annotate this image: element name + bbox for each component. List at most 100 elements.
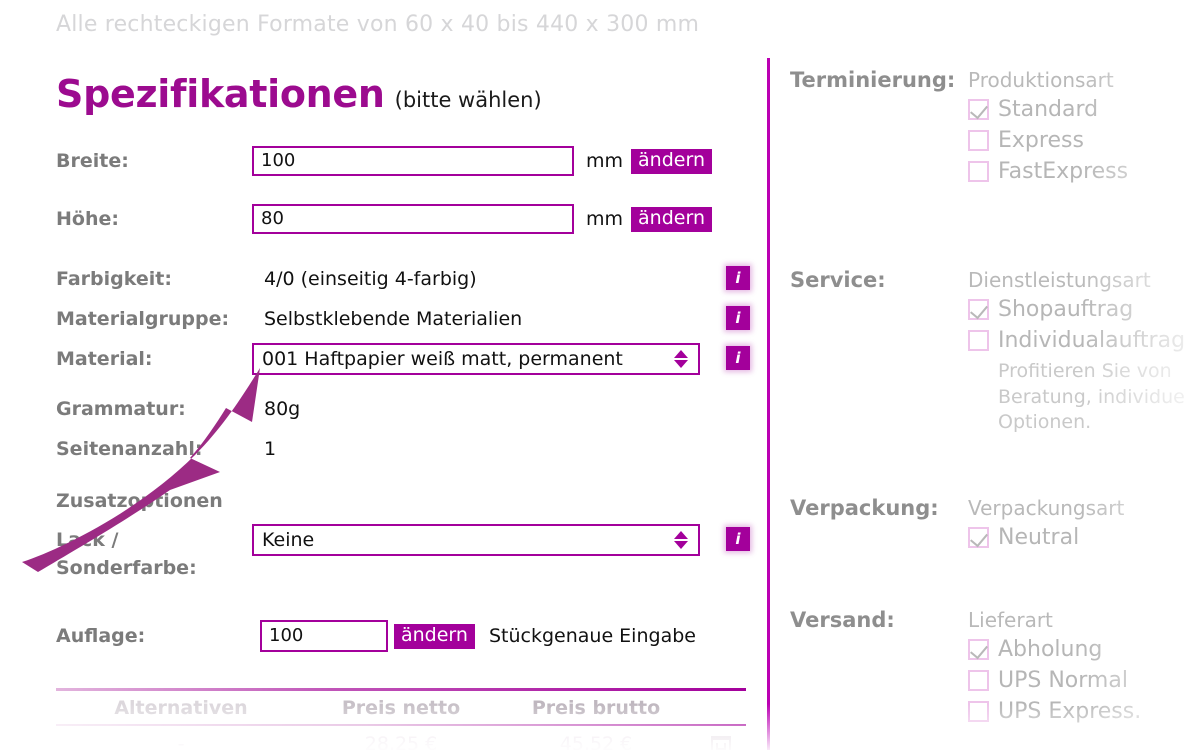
option-ups-express[interactable]: UPS Express.	[968, 699, 1198, 724]
specifications-column: Alle rechteckigen Formate von 60 x 40 bi…	[0, 0, 768, 750]
option-label-ups-normal: UPS Normal	[998, 668, 1128, 693]
option-individualauftrag[interactable]: Individualauftrag	[968, 328, 1198, 353]
label-farbigkeit: Farbigkeit:	[56, 268, 172, 290]
section-verpackung: Verpackung: Verpackungsart Neutral	[790, 496, 1198, 556]
option-ups-normal[interactable]: UPS Normal	[968, 668, 1198, 693]
format-note: Alle rechteckigen Formate von 60 x 40 bi…	[56, 12, 700, 37]
option-shopauftrag[interactable]: Shopauftrag	[968, 297, 1198, 322]
chevron-updown-icon[interactable]	[674, 531, 688, 549]
option-fastexpress[interactable]: FastExpress	[968, 159, 1198, 184]
checkbox-standard[interactable]	[968, 99, 989, 120]
cell-preis-netto: 28,25 €	[364, 733, 438, 750]
hoehe-change-button[interactable]: ändern	[631, 206, 712, 232]
option-abholung[interactable]: Abholung	[968, 637, 1198, 662]
section-sublabel-verpackungsart: Verpackungsart	[968, 496, 1125, 520]
label-seitenanzahl: Seitenanzahl:	[56, 438, 203, 460]
info-icon-material[interactable]: i	[726, 346, 750, 370]
auflage-input[interactable]: 100	[260, 620, 388, 652]
checkbox-ups-express[interactable]	[968, 701, 989, 722]
checkbox-shopauftrag[interactable]	[968, 299, 989, 320]
section-label-verpackung: Verpackung:	[790, 496, 939, 520]
value-materialgruppe: Selbstklebende Materialien	[264, 308, 523, 330]
checkbox-fastexpress[interactable]	[968, 161, 989, 182]
auflage-hint: Stückgenaue Eingabe	[488, 625, 696, 647]
row-zusatzoptionen: Zusatzoptionen	[56, 490, 223, 512]
lack-select[interactable]: Keine	[252, 524, 700, 556]
hoehe-input[interactable]: 80	[252, 204, 574, 234]
option-label-abholung: Abholung	[998, 637, 1103, 662]
column-header-preis-brutto: Preis brutto	[531, 697, 661, 719]
info-icon-farbigkeit[interactable]: i	[726, 266, 750, 290]
value-farbigkeit: 4/0 (einseitig 4-farbig)	[264, 268, 477, 290]
section-body-service: Dienstleistungsart Shopauftrag Individua…	[968, 268, 1198, 436]
section-versand: Versand: Lieferart Abholung UPS Normal U…	[790, 608, 1198, 730]
price-table: Alternativen Preis netto Preis brutto - …	[56, 688, 746, 750]
page-title: Spezifikationen (bitte wählen)	[56, 72, 542, 116]
checkbox-individualauftrag[interactable]	[968, 330, 989, 351]
auflage-change-button[interactable]: ändern	[394, 623, 475, 649]
hoehe-unit: mm	[586, 208, 624, 230]
row-materialgruppe: Materialgruppe: Selbstklebende Materiali…	[56, 308, 522, 330]
material-select-value: 001 Haftpapier weiß matt, permanent	[262, 348, 623, 370]
breite-input[interactable]: 100	[252, 146, 574, 176]
label-grammatur: Grammatur:	[56, 398, 186, 420]
breite-unit: mm	[586, 150, 624, 172]
value-grammatur: 80g	[264, 398, 301, 420]
option-label-standard: Standard	[998, 97, 1099, 122]
label-lack-line2: Sonderfarbe:	[56, 557, 197, 579]
label-breite: Breite:	[56, 150, 129, 172]
section-sublabel-dienstleistungsart: Dienstleistungsart	[968, 268, 1151, 292]
checkbox-express[interactable]	[968, 130, 989, 151]
table-row[interactable]: - 28,25 € 45,52 €	[56, 726, 746, 750]
option-express[interactable]: Express	[968, 128, 1198, 153]
section-terminierung: Terminierung: Produktionsart Standard Ex…	[790, 68, 1198, 190]
option-label-express: Express	[998, 128, 1084, 153]
label-hoehe: Höhe:	[56, 208, 119, 230]
option-standard[interactable]: Standard	[968, 97, 1198, 122]
section-sublabel-lieferart: Lieferart	[968, 608, 1053, 632]
lack-select-value: Keine	[262, 529, 315, 551]
column-header-preis-netto: Preis netto	[341, 697, 461, 719]
option-label-fastexpress: FastExpress	[998, 159, 1129, 184]
info-icon-lack[interactable]: i	[726, 527, 750, 551]
vertical-divider	[767, 58, 770, 750]
service-note: Profitieren Sie von Beratung, individue …	[998, 360, 1185, 434]
option-label-ups-express: UPS Express.	[998, 699, 1142, 724]
checkbox-abholung[interactable]	[968, 639, 989, 660]
chevron-updown-icon[interactable]	[674, 350, 688, 368]
option-neutral[interactable]: Neutral	[968, 525, 1198, 550]
checkbox-neutral[interactable]	[968, 527, 989, 548]
option-label-neutral: Neutral	[998, 525, 1080, 550]
row-hoehe: Höhe: 80 mm ändern	[56, 204, 712, 234]
label-lack-line1: Lack /	[56, 529, 119, 551]
label-material: Material:	[56, 348, 153, 370]
table-header-row: Alternativen Preis netto Preis brutto	[56, 691, 746, 724]
section-label-service: Service:	[790, 268, 886, 292]
row-lack-line2: Sonderfarbe:	[56, 557, 252, 579]
options-sidebar: Terminierung: Produktionsart Standard Ex…	[790, 0, 1200, 750]
cell-preis-brutto: 45,52 €	[559, 733, 633, 750]
breite-change-button[interactable]: ändern	[631, 148, 712, 174]
option-label-shopauftrag: Shopauftrag	[998, 297, 1134, 322]
page-title-subtitle: (bitte wählen)	[394, 88, 542, 112]
info-icon-materialgruppe[interactable]: i	[726, 306, 750, 330]
checkbox-ups-normal[interactable]	[968, 670, 989, 691]
row-breite: Breite: 100 mm ändern	[56, 146, 712, 176]
value-seitenanzahl: 1	[264, 438, 277, 460]
row-farbigkeit: Farbigkeit: 4/0 (einseitig 4-farbig)	[56, 268, 477, 290]
specifications-page: Alle rechteckigen Formate von 60 x 40 bi…	[0, 0, 1200, 750]
label-auflage: Auflage:	[56, 625, 146, 647]
label-materialgruppe: Materialgruppe:	[56, 308, 230, 330]
page-title-main: Spezifikationen	[56, 72, 385, 116]
column-header-alternativen: Alternativen	[114, 697, 248, 719]
section-body-verpackung: Verpackungsart Neutral	[968, 496, 1198, 556]
row-grammatur: Grammatur: 80g	[56, 398, 300, 420]
section-body-versand: Lieferart Abholung UPS Normal UPS Expres…	[968, 608, 1198, 730]
section-body-terminierung: Produktionsart Standard Express FastExpr…	[968, 68, 1198, 190]
section-sublabel-produktionsart: Produktionsart	[968, 68, 1114, 92]
section-service: Service: Dienstleistungsart Shopauftrag …	[790, 268, 1198, 436]
material-select[interactable]: 001 Haftpapier weiß matt, permanent	[252, 343, 700, 375]
save-icon[interactable]	[696, 735, 746, 750]
heading-zusatzoptionen: Zusatzoptionen	[56, 490, 223, 512]
row-material: Material: 001 Haftpapier weiß matt, perm…	[56, 343, 700, 375]
